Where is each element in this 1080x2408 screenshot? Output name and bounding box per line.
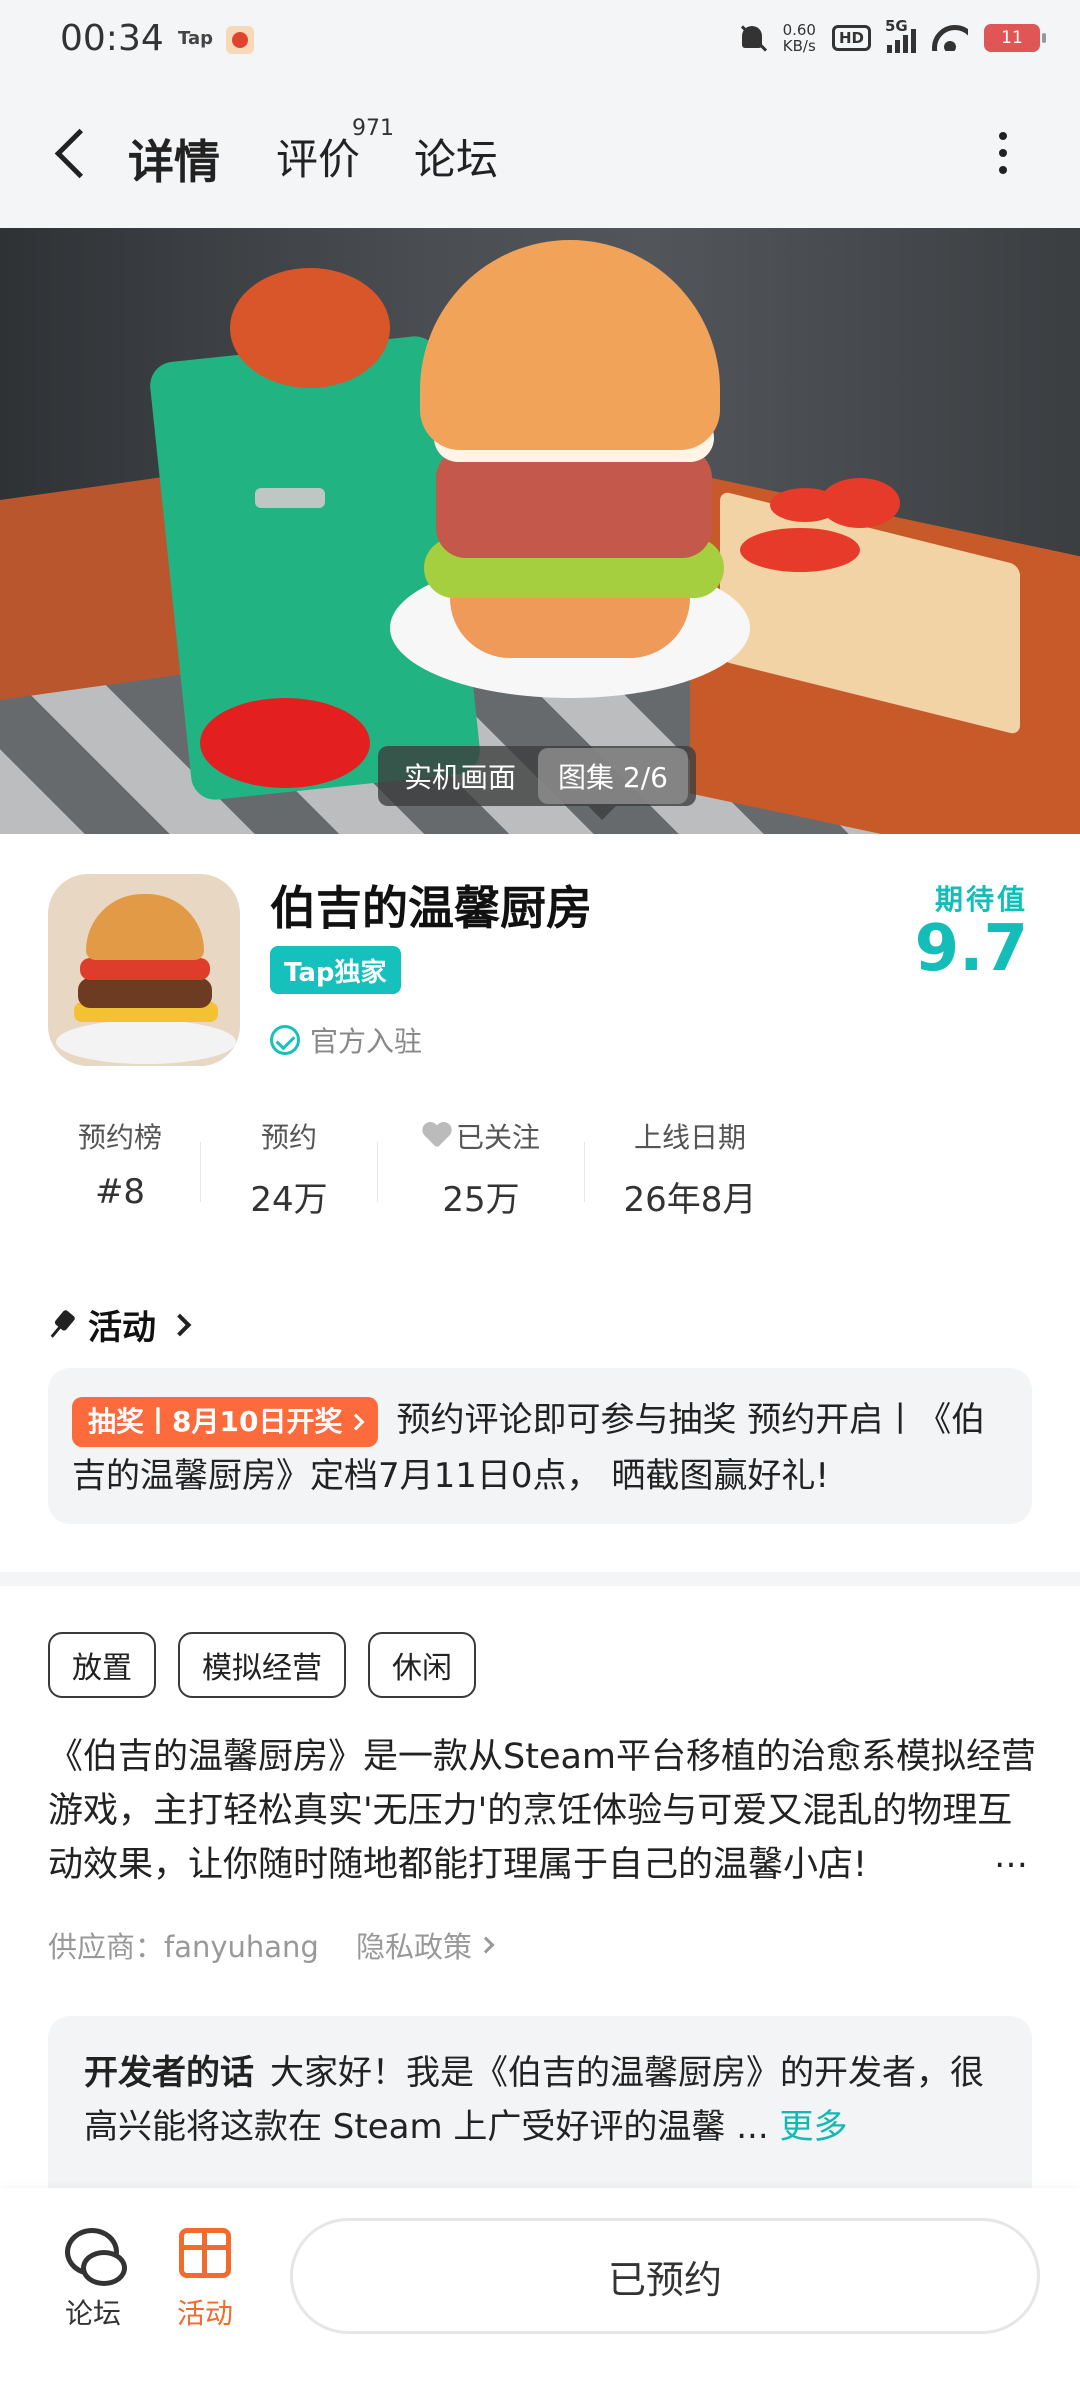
gallery-pointer [588, 806, 616, 820]
game-title: 伯吉的温馨厨房 [270, 881, 592, 935]
bottom-activity-button[interactable]: 活动 [150, 2228, 260, 2332]
more-menu-icon[interactable] [996, 132, 1010, 176]
back-icon[interactable] [50, 124, 94, 184]
expect-value: 9.7 [914, 912, 1028, 986]
supplier-label: 供应商：fanyuhang [48, 1930, 319, 1964]
check-circle-icon [270, 1025, 300, 1055]
mute-bell-icon [737, 23, 767, 53]
net-speed: 0.60 KB/s [782, 21, 816, 55]
top-nav: 详情 评价 971 论坛 [0, 80, 1080, 228]
game-description[interactable]: 《伯吉的温馨厨房》是一款从Steam平台移植的治愈系模拟经营游戏，主打轻松真实'… [48, 1730, 1038, 1892]
chevron-right-icon [477, 1936, 495, 1954]
hd-icon: HD [831, 25, 871, 51]
status-icons: 0.60 KB/s HD 5G 11 [737, 17, 1046, 55]
game-icon [48, 874, 240, 1066]
description-expand[interactable]: … [994, 1836, 1028, 1876]
activity-card[interactable]: 抽奖丨8月10日开奖 预约评论即可参与抽奖 预约开启丨《伯吉的温馨厨房》定档7月1… [48, 1368, 1032, 1524]
privacy-policy-link[interactable]: 隐私政策 [356, 1924, 495, 1966]
chevron-right-icon [168, 1313, 192, 1336]
tab-reviews[interactable]: 评价 [276, 126, 360, 187]
status-bar: 00:34 Tap 0.60 KB/s HD 5G 11 [0, 0, 1080, 80]
official-label: 官方入驻 [270, 1020, 422, 1060]
signal-icon: 5G [885, 17, 916, 53]
gallery-switch[interactable]: 实机画面 图集 2/6 [378, 746, 696, 806]
tab-forum[interactable]: 论坛 [414, 126, 498, 187]
developer-more-link[interactable]: 更多 [779, 2107, 847, 2147]
tab-details[interactable]: 详情 [124, 126, 224, 192]
tomato-app-icon [226, 26, 254, 54]
stat-rank[interactable]: 预约榜 #8 [40, 1116, 200, 1226]
battery-icon: 11 [984, 24, 1046, 52]
gift-icon [179, 2228, 231, 2278]
hero-gallery[interactable] [0, 228, 1080, 834]
chevron-right-icon [347, 1413, 365, 1430]
activity-header[interactable]: 活动 [48, 1300, 192, 1349]
stat-reservations: 预约 24万 [250, 1121, 328, 1220]
tag-simulation[interactable]: 模拟经营 [178, 1632, 346, 1698]
tap-app-icon: Tap [178, 28, 213, 49]
stats-row: 预约榜 #8 预约 24万 已关注 25万 上线日期 26年8月 [40, 1116, 800, 1226]
stat-release-date: 上线日期 26年8月 [623, 1121, 757, 1220]
pin-icon [41, 1305, 80, 1345]
stat-followers[interactable]: 已关注 25万 [378, 1116, 584, 1226]
tag-idle[interactable]: 放置 [48, 1632, 156, 1698]
lottery-tag[interactable]: 抽奖丨8月10日开奖 [72, 1396, 379, 1447]
reserved-button[interactable]: 已预约 [290, 2218, 1040, 2334]
tag-casual[interactable]: 休闲 [368, 1632, 476, 1698]
bottom-forum-button[interactable]: 论坛 [38, 2228, 148, 2332]
wifi-icon [932, 25, 968, 51]
gallery-tab-gameplay[interactable]: 实机画面 [404, 756, 516, 796]
bottom-action-bar: 论坛 活动 已预约 [0, 2188, 1080, 2408]
section-divider [0, 1572, 1080, 1586]
status-time: 00:34 [60, 18, 164, 59]
tag-list: 放置 模拟经营 休闲 [48, 1632, 476, 1698]
developer-label: 开发者的话 [84, 2053, 254, 2093]
forum-chat-icon [65, 2228, 127, 2286]
gallery-tab-album[interactable]: 图集 2/6 [538, 748, 688, 804]
heart-icon [422, 1123, 452, 1149]
tap-exclusive-badge: Tap独家 [270, 946, 401, 994]
reviews-count-badge: 971 [352, 116, 394, 141]
